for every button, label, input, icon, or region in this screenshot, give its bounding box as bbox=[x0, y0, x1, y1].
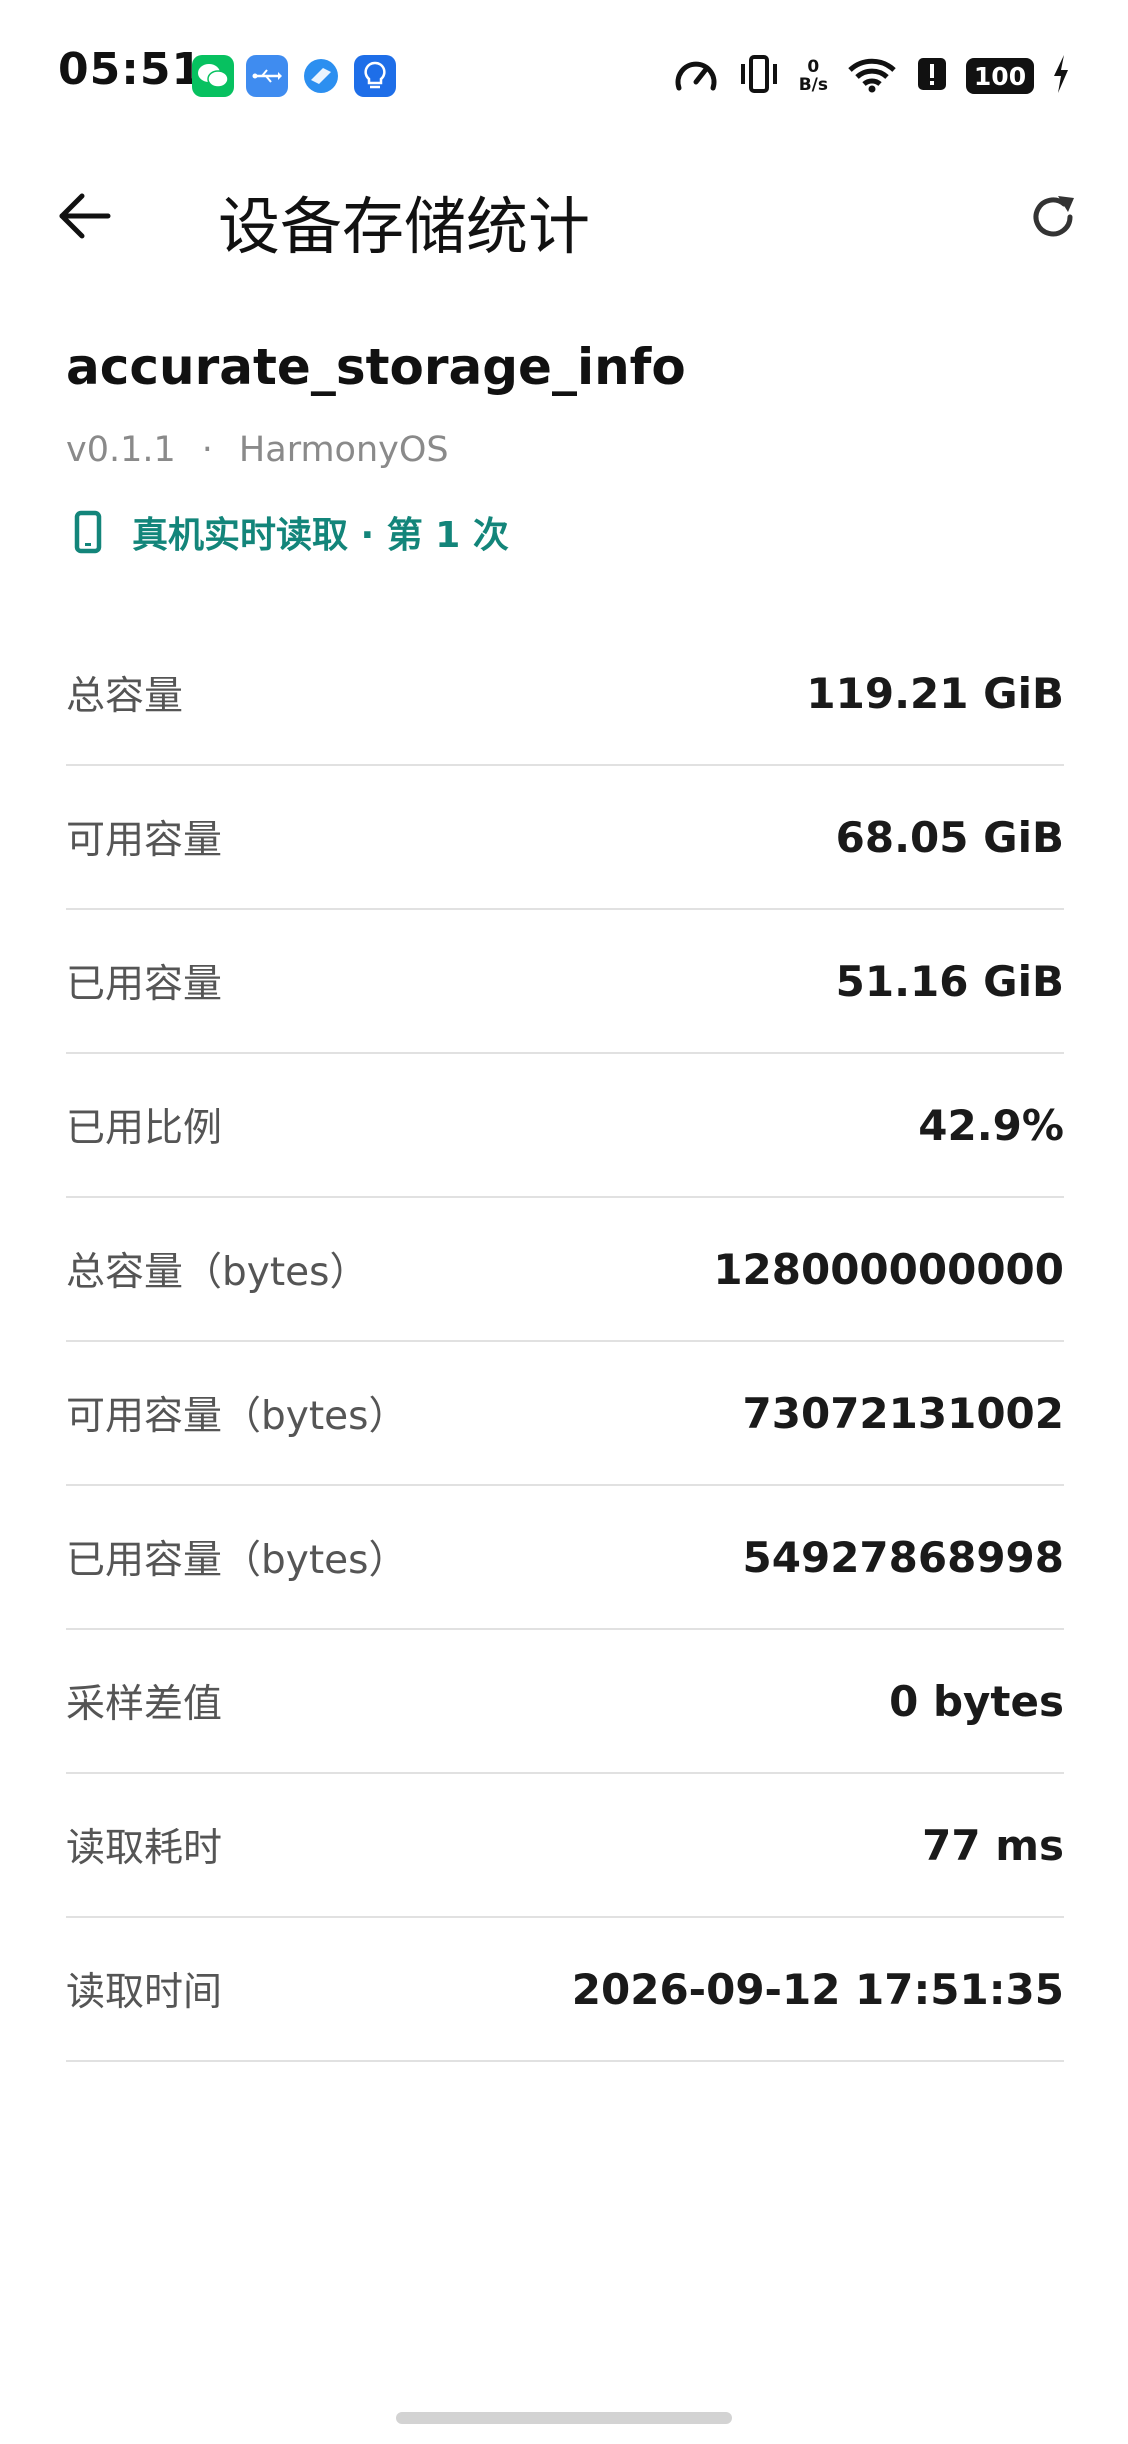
stat-value: 73072131002 bbox=[742, 1388, 1064, 1438]
platform-text: HarmonyOS bbox=[238, 430, 449, 470]
stat-label: 读取耗时 bbox=[66, 1826, 223, 1871]
stat-row-total-bytes: 总容量（bytes） 128000000000 bbox=[66, 1198, 1064, 1342]
stat-label: 已用容量（bytes） bbox=[66, 1538, 408, 1583]
stat-row-available: 可用容量 68.05 GiB bbox=[66, 766, 1064, 910]
stat-value: 0 bytes bbox=[889, 1676, 1064, 1726]
stat-value: 2026-09-12 17:51:35 bbox=[571, 1964, 1064, 2014]
alert-icon bbox=[916, 54, 948, 98]
vibrate-icon bbox=[737, 54, 781, 98]
stat-row-used-bytes: 已用容量（bytes） 54927868998 bbox=[66, 1486, 1064, 1630]
stats-list: 总容量 119.21 GiB 可用容量 68.05 GiB 已用容量 51.16… bbox=[66, 622, 1064, 2062]
source-indicator: 真机实时读取 · 第 1 次 bbox=[66, 506, 509, 558]
stat-row-read-time: 读取时间 2026-09-12 17:51:35 bbox=[66, 1918, 1064, 2062]
browser-icon bbox=[300, 55, 342, 97]
stat-row-used-ratio: 已用比例 42.9% bbox=[66, 1054, 1064, 1198]
app-bar: 设备存储统计 bbox=[0, 160, 1128, 270]
stat-label: 读取时间 bbox=[66, 1970, 223, 2015]
net-speed-unit: B/s bbox=[798, 75, 828, 95]
page-title: 设备存储统计 bbox=[218, 190, 591, 263]
stat-value: 42.9% bbox=[918, 1100, 1064, 1150]
phone-icon bbox=[66, 506, 110, 558]
usb-icon bbox=[246, 55, 288, 97]
net-speed-value: 0 bbox=[807, 57, 820, 77]
home-indicator[interactable] bbox=[396, 2412, 732, 2424]
net-speed: 0 B/s bbox=[799, 58, 828, 94]
stat-label: 可用容量 bbox=[66, 818, 223, 863]
status-time: 05:51 bbox=[58, 44, 204, 95]
version-text: v0.1.1 bbox=[66, 430, 176, 470]
stat-label: 可用容量（bytes） bbox=[66, 1394, 408, 1439]
wechat-icon bbox=[192, 55, 234, 97]
stat-value: 51.16 GiB bbox=[835, 956, 1064, 1006]
source-text: 真机实时读取 · 第 1 次 bbox=[132, 515, 509, 556]
back-button[interactable] bbox=[52, 184, 116, 248]
meta-separator: · bbox=[201, 430, 213, 470]
meta-line: v0.1.1 · HarmonyOS bbox=[66, 430, 449, 470]
stat-label: 采样差值 bbox=[66, 1682, 223, 1727]
stat-row-read-duration: 读取耗时 77 ms bbox=[66, 1774, 1064, 1918]
stat-value: 128000000000 bbox=[713, 1244, 1064, 1294]
charging-icon bbox=[1052, 55, 1070, 97]
status-right-group: 0 B/s 100 bbox=[673, 50, 1070, 102]
refresh-button[interactable] bbox=[1018, 182, 1088, 252]
stat-value: 68.05 GiB bbox=[835, 812, 1064, 862]
lightbulb-icon bbox=[354, 55, 396, 97]
stat-value: 119.21 GiB bbox=[806, 668, 1064, 718]
status-bar: 05:51 0 B/s 100 bbox=[0, 0, 1128, 150]
stat-row-available-bytes: 可用容量（bytes） 73072131002 bbox=[66, 1342, 1064, 1486]
stat-label: 已用比例 bbox=[66, 1106, 223, 1151]
stat-row-sample-diff: 采样差值 0 bytes bbox=[66, 1630, 1064, 1774]
stat-label: 已用容量 bbox=[66, 962, 223, 1007]
back-arrow-icon bbox=[59, 193, 111, 239]
stat-label: 总容量（bytes） bbox=[66, 1250, 369, 1295]
battery-icon: 100 bbox=[966, 58, 1034, 94]
wifi-icon bbox=[846, 54, 898, 98]
stat-value: 54927868998 bbox=[742, 1532, 1064, 1582]
refresh-icon bbox=[1033, 196, 1074, 237]
stat-row-used: 已用容量 51.16 GiB bbox=[66, 910, 1064, 1054]
stat-label: 总容量 bbox=[66, 674, 184, 719]
speedometer-icon bbox=[673, 54, 719, 98]
package-name: accurate_storage_info bbox=[66, 338, 686, 396]
stat-value: 77 ms bbox=[922, 1820, 1064, 1870]
stat-row-total: 总容量 119.21 GiB bbox=[66, 622, 1064, 766]
